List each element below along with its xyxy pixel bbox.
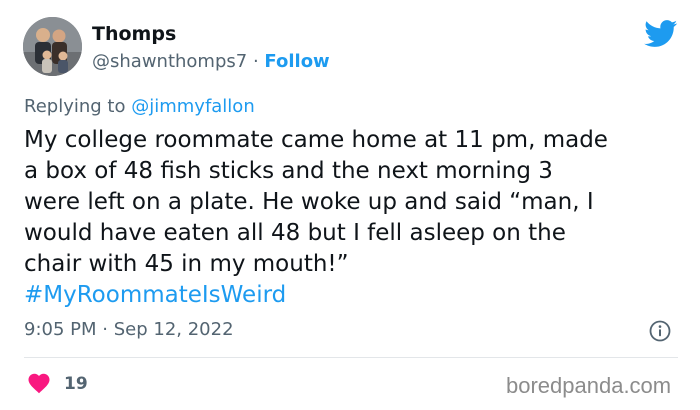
tweet-line: chair with 45 in my mouth!”	[24, 251, 349, 277]
tweet-line: would have eaten all 48 but I fell aslee…	[24, 220, 566, 246]
like-count: 19	[64, 374, 88, 394]
author-handle[interactable]: @shawnthomps7	[92, 51, 247, 72]
tweet-text: My college roommate came home at 11 pm, …	[24, 125, 684, 311]
divider	[24, 357, 678, 358]
reply-prefix: Replying to	[24, 96, 126, 117]
tweet-line: My college roommate came home at 11 pm, …	[24, 127, 608, 153]
hashtag-link[interactable]: #MyRoommateIsWeird	[24, 280, 684, 311]
author-handle-row: @shawnthomps7 · Follow	[92, 50, 330, 74]
twitter-bird-icon[interactable]	[644, 20, 678, 48]
heart-icon[interactable]	[27, 372, 51, 394]
tweet-timestamp[interactable]: 9:05 PM · Sep 12, 2022	[24, 318, 234, 342]
reply-context: Replying to @jimmyfallon	[24, 95, 255, 119]
reply-mention-link[interactable]: @jimmyfallon	[131, 96, 255, 117]
tweet-line: a box of 48 fish sticks and the next mor…	[24, 158, 553, 184]
tweet-date: Sep 12, 2022	[113, 319, 234, 340]
follow-button[interactable]: Follow	[264, 51, 329, 72]
watermark: boredpanda.com	[506, 373, 672, 398]
author-name[interactable]: Thomps	[92, 22, 176, 46]
avatar[interactable]	[23, 17, 82, 76]
info-icon[interactable]	[649, 320, 671, 342]
tweet-line: were left on a plate. He woke up and sai…	[24, 189, 594, 215]
tweet-time: 9:05 PM	[24, 319, 97, 340]
meta-separator: ·	[102, 319, 108, 340]
handle-separator: ·	[252, 51, 259, 72]
avatar-photo	[23, 17, 82, 76]
